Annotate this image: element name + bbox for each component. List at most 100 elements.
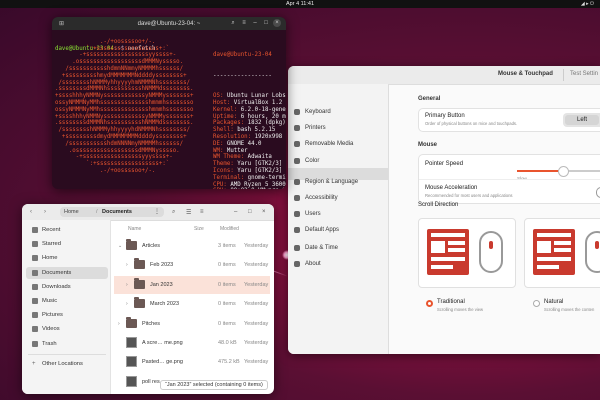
mouse-acceleration-toggle[interactable] [596,187,600,198]
sidebar-item-keyboard[interactable]: Keyboard [288,106,388,118]
file-name: A scre… me.png [142,340,183,346]
ascii-line: +sssshhhyNMMNyssssssssssssyNMMMysssssss+ [55,93,194,100]
info-line: Terminal: gnome-terminal [213,175,286,182]
view-list-icon[interactable]: ☰ [186,209,191,216]
sidebar-item-music[interactable]: Music [26,295,108,307]
menu-icon[interactable]: ≡ [200,209,204,215]
sidebar-item-downloads[interactable]: Downloads [26,281,108,293]
natural-label: Natural [544,299,564,305]
terminal-title: dave@Ubuntu-23-04: ~ [137,20,201,27]
table-row[interactable]: Pasted… ge.png475.2 kBYesterday☆ [114,353,270,371]
new-tab-icon[interactable]: ⊞ [59,20,64,27]
chevron-right-icon[interactable]: › [126,262,128,268]
sidebar-item-starred[interactable]: Starred [26,238,108,250]
files-header: ‹ › Home / Documents ⋮ ⌕ ☰ ≡ – □ × [22,204,274,221]
sidebar-item-accessibility[interactable]: Accessibility [288,192,388,204]
ascii-line: .ssssssssdMMMNhsssssssssshNMMMdssssssss. [55,86,194,93]
maximize-icon[interactable]: □ [248,209,252,215]
tab-mouse-touchpad[interactable]: Mouse & Touchpad [498,71,553,77]
sidebar-item-default-apps[interactable]: Default Apps [288,224,388,236]
table-row[interactable]: A scre… me.png48.0 kBYesterday☆ [114,334,270,352]
back-icon[interactable]: ‹ [30,209,32,215]
sidebar-item-trash[interactable]: Trash [26,338,108,350]
sidebar-item-about[interactable]: About [288,258,388,270]
column-name[interactable]: Name [128,226,141,232]
file-size: 0 items [218,320,236,327]
table-row[interactable]: ›Pitches0 itemsYesterday☆ [114,315,270,333]
sidebar-item-date-time[interactable]: Date & Time [288,242,388,254]
file-size: 3 items [218,243,236,249]
path-current[interactable]: Documents [102,209,132,215]
search-icon[interactable]: ⌕ [172,209,175,216]
sidebar-item-documents[interactable]: Documents [26,266,108,279]
table-row[interactable]: ›Feb 20230 itemsYesterday☆ [114,256,270,274]
pointer-speed-slider[interactable] [517,166,600,177]
sidebar-item-label: Color [305,158,320,164]
minimize-icon[interactable]: – [234,209,237,215]
sidebar-item-printers[interactable]: Printers [288,122,388,134]
tab-test-settings[interactable]: Test Settin [570,71,598,77]
sidebar-item-home[interactable]: Home [26,252,108,264]
traditional-radio[interactable] [426,300,433,307]
traditional-label: Traditional [437,299,465,305]
sidebar-item-recent[interactable]: Recent [26,224,108,236]
info-value: 6 hours, 20 mins [240,113,286,120]
table-row[interactable]: ›Jan 20230 itemsYesterday☆ [114,275,270,294]
terminal-output[interactable]: dave@Ubuntu-23-04:~$ neofetch .-/+oossss… [55,32,286,189]
minimize-icon[interactable]: – [251,19,259,27]
mouse-heading: Mouse [418,142,438,148]
search-icon[interactable]: ⌕ [229,19,237,27]
clock[interactable]: Apr 4 11:41 [286,1,314,7]
picture-icon [32,312,38,319]
table-row[interactable]: ›March 20230 itemsYesterday☆ [114,295,270,313]
info-value: bash 5.2.15 [237,127,276,134]
chevron-right-icon[interactable]: › [126,282,128,288]
primary-button-row: Primary Button Order of physical buttons… [418,108,600,132]
info-colon: : [226,99,234,106]
sidebar-item-region-language[interactable]: Region & Language [288,176,388,188]
chevron-right-icon[interactable]: › [126,301,128,307]
info-icon [294,261,300,267]
traditional-desc: Scrolling moves the view [437,307,484,312]
clock-icon [32,227,38,233]
column-size[interactable]: Size [194,226,204,232]
system-tray[interactable]: ◢ ▸ ⏻ [581,1,594,7]
chevron-right-icon[interactable]: › [118,321,120,327]
forward-icon[interactable]: › [44,209,46,215]
primary-left-option[interactable]: Left [565,115,599,125]
info-key: DE [213,140,220,147]
chevron-down-icon[interactable]: ⌄ [118,243,122,249]
pointer-speed-knob[interactable] [558,166,569,177]
natural-radio[interactable] [533,300,540,307]
sidebar-item-users[interactable]: Users [288,208,388,220]
path-home[interactable]: Home [64,209,79,215]
traditional-preview[interactable] [418,218,516,288]
star-icon [32,241,38,248]
close-icon[interactable]: × [262,209,266,215]
file-modified: Yesterday [244,359,269,366]
table-row[interactable]: ⌄Articles3 itemsYesterday☆ [114,237,270,255]
maximize-icon[interactable]: □ [262,19,270,27]
file-name: poll res [142,378,160,385]
sidebar-item-pictures[interactable]: Pictures [26,309,108,321]
info-key: Icons [213,167,231,174]
close-icon[interactable]: × [273,19,281,27]
window-illustration [533,229,575,275]
sidebar-item-other-locations[interactable]: + Other Locations [26,358,108,370]
info-line: GPU: 00:02.0 VMware SVGA II Adapter [213,188,286,189]
sidebar-item-removable-media[interactable]: Removable Media [288,138,388,150]
menu-icon[interactable]: ≡ [240,19,248,27]
sidebar-item-label: Other Locations [42,361,83,367]
natural-preview[interactable] [524,218,600,288]
info-value: Yaru [GTK2/3] [237,161,283,168]
music-icon [32,298,38,304]
sidebar-item-videos[interactable]: Videos [26,323,108,335]
path-menu-icon[interactable]: ⋮ [154,208,160,215]
column-modified[interactable]: Modified [220,226,239,232]
ascii-line: .ssssssssdMMMNhsssssssssshNMMMdssssssss. [55,120,194,127]
sidebar-item-label: Starred [42,241,62,248]
path-bar[interactable]: Home / Documents ⋮ [60,207,164,217]
file-name: March 2023 [150,301,180,308]
general-heading: General [418,96,441,102]
sidebar-item-color[interactable]: Color [288,155,388,167]
